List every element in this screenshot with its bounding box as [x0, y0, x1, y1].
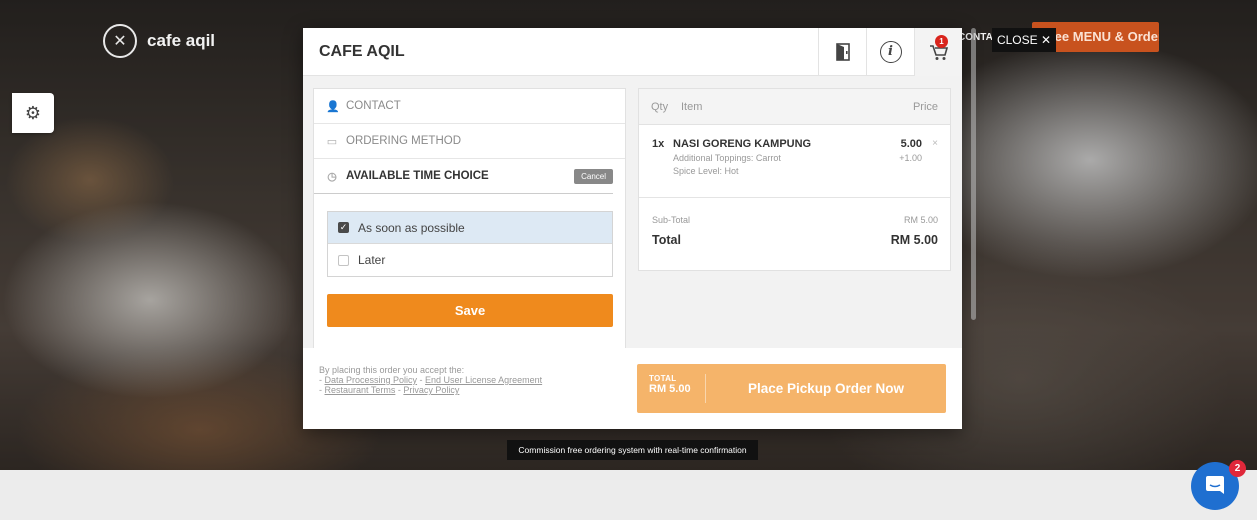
subtotal-value: RM 5.00	[903, 215, 938, 225]
line-qty: 1x	[652, 138, 665, 150]
cart-header: Qty Item Price	[639, 89, 950, 125]
monitor-icon: ▭	[326, 135, 338, 148]
cart-icon[interactable]: 1	[914, 27, 962, 76]
line-name[interactable]: NASI GORENG KAMPUNG	[673, 138, 892, 150]
step-ordering-method[interactable]: ▭ ORDERING METHOD	[314, 124, 625, 159]
choice-label: Later	[358, 253, 386, 267]
modal-body: 👤 CONTACT ▭ ORDERING METHOD ◷ AVAILABLE …	[303, 76, 962, 348]
settings-tab[interactable]: ⚙	[12, 93, 54, 133]
scrollbar[interactable]	[971, 28, 976, 320]
terms-line-2: - Restaurant Terms - Privacy Policy	[319, 385, 460, 395]
subtotal-row: Sub-Total RM 5.00	[652, 215, 938, 225]
cart-totals: Sub-Total RM 5.00 Total RM 5.00	[639, 198, 950, 247]
chat-badge: 2	[1229, 460, 1246, 477]
line-option: Additional Toppings: Carrot +1.00	[652, 153, 938, 163]
brand-name: cafe aqil	[147, 31, 216, 50]
cancel-button[interactable]: Cancel	[574, 168, 613, 184]
col-qty: Qty	[651, 100, 669, 113]
info-circle: i	[879, 40, 902, 63]
terms-text: By placing this order you accept the: - …	[319, 365, 542, 395]
cart-summary: Qty Item Price 1x NASI GORENG KAMPUNG 5.…	[638, 88, 951, 271]
cart-count-badge: 1	[935, 34, 948, 48]
order-modal: CAFE AQIL i 1 👤 CONTACT ▭ ORDERING METHO…	[303, 27, 962, 429]
line-option: Spice Level: Hot	[652, 166, 938, 176]
modal-title: CAFE AQIL	[319, 42, 405, 60]
modal-header: CAFE AQIL i 1	[303, 27, 962, 76]
line-price: 5.00	[900, 138, 922, 150]
step-label: AVAILABLE TIME CHOICE	[346, 170, 489, 182]
step-contact[interactable]: 👤 CONTACT	[314, 89, 625, 124]
choice-later[interactable]: Later	[328, 244, 612, 276]
col-price: Price	[912, 100, 938, 113]
fork-knife-icon: ✕	[103, 24, 137, 58]
checkbox-checked-icon[interactable]: ✓	[338, 222, 349, 233]
checkout-steps: 👤 CONTACT ▭ ORDERING METHOD ◷ AVAILABLE …	[313, 88, 626, 348]
info-icon[interactable]: i	[866, 27, 914, 76]
order-total: TOTAL RM 5.00	[637, 374, 706, 403]
order-total-label: TOTAL	[649, 374, 677, 383]
save-button[interactable]: Save	[327, 294, 613, 327]
door-icon[interactable]	[818, 27, 866, 76]
time-choice-list: ✓ As soon as possible Later	[327, 211, 613, 277]
cart-line-item: 1x NASI GORENG KAMPUNG 5.00 × Additional…	[639, 125, 950, 198]
total-value: RM 5.00	[890, 233, 938, 247]
door-icon-svg	[835, 42, 850, 61]
subtotal-label: Sub-Total	[652, 215, 691, 225]
order-button-label: Place Pickup Order Now	[747, 381, 905, 396]
place-order-button[interactable]: TOTAL RM 5.00 Place Pickup Order Now	[637, 364, 946, 413]
option-spice: Spice Level: Hot	[673, 166, 739, 176]
option-topping-price: +1.00	[899, 153, 922, 163]
close-button[interactable]: CLOSE ✕	[992, 28, 1056, 52]
checkbox-icon[interactable]	[338, 254, 349, 266]
option-topping: Additional Toppings: Carrot	[673, 153, 781, 163]
tooltip: Commission free ordering system with rea…	[507, 440, 758, 460]
step-label: ORDERING METHOD	[346, 135, 461, 147]
clock-icon: ◷	[327, 170, 337, 183]
order-total-amount: RM 5.00	[649, 383, 691, 395]
total-label: Total	[652, 233, 681, 247]
restaurant-terms-link[interactable]: Restaurant Terms	[325, 385, 396, 395]
eula-link[interactable]: End User License Agreement	[425, 375, 542, 385]
chat-icon	[1206, 476, 1224, 494]
step-label: CONTACT	[346, 100, 401, 112]
terms-separator: -	[417, 375, 426, 385]
total-row: Total RM 5.00	[652, 233, 938, 247]
data-processing-policy-link[interactable]: Data Processing Policy	[325, 375, 418, 385]
terms-intro: By placing this order you accept the:	[319, 365, 465, 375]
brand[interactable]: ✕ cafe aqil	[103, 24, 215, 58]
col-item: Item	[681, 100, 703, 113]
gears-icon: ⚙	[24, 102, 42, 123]
remove-item-icon[interactable]: ×	[922, 138, 938, 150]
user-icon: 👤	[326, 100, 340, 113]
privacy-policy-link[interactable]: Privacy Policy	[403, 385, 459, 395]
choice-label: As soon as possible	[358, 220, 465, 235]
line-main: 1x NASI GORENG KAMPUNG 5.00 ×	[652, 138, 938, 150]
terms-line-1: - Data Processing Policy - End User Lice…	[319, 375, 543, 385]
choice-asap[interactable]: ✓ As soon as possible	[328, 212, 612, 244]
modal-footer: By placing this order you accept the: - …	[303, 348, 962, 429]
step-time-choice[interactable]: ◷ AVAILABLE TIME CHOICE Cancel	[314, 159, 613, 194]
